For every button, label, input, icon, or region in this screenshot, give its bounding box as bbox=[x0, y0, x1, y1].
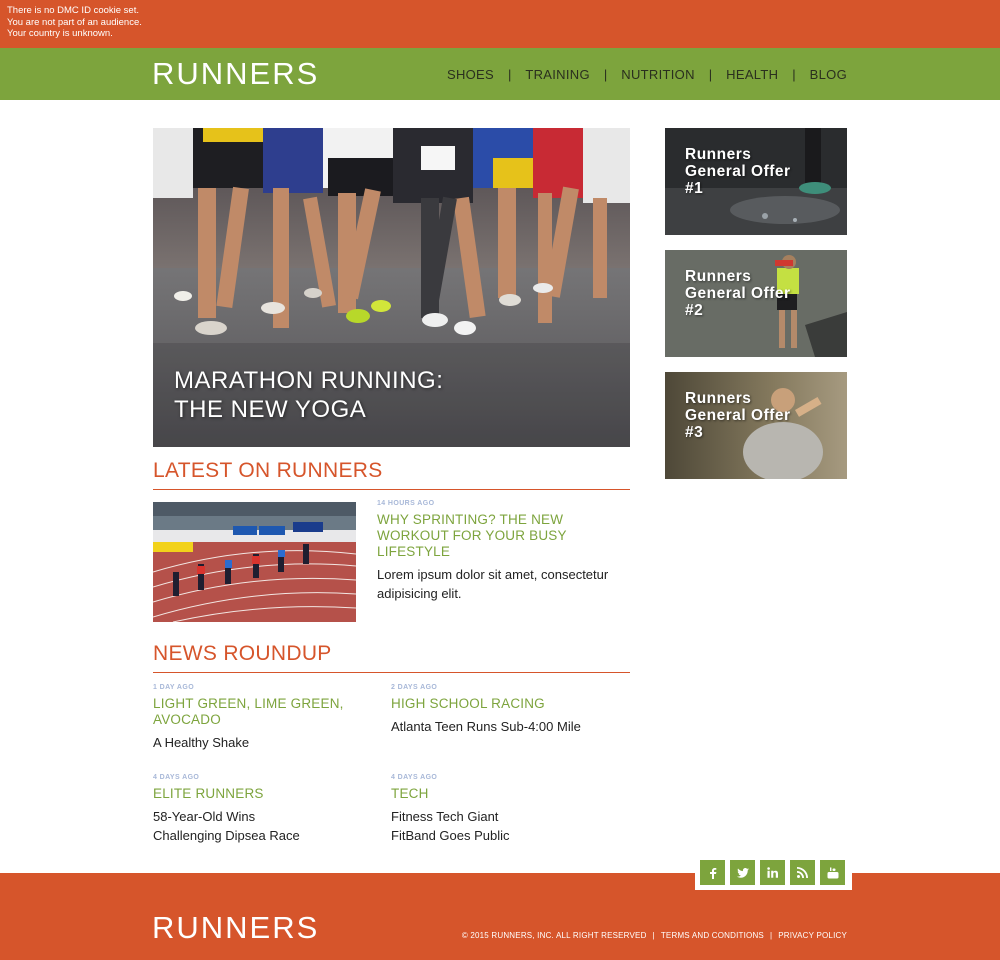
cookie-notice-bar: There is no DMC ID cookie set. You are n… bbox=[0, 0, 1000, 48]
news-description: A Healthy Shake bbox=[153, 735, 250, 750]
news-item: 2 DAYS AGO HIGH SCHOOL RACING Atlanta Te… bbox=[391, 684, 621, 736]
offer-label-line: #3 bbox=[685, 424, 704, 441]
offer-label-line: Runners bbox=[685, 146, 752, 163]
news-timestamp: 4 DAYS AGO bbox=[391, 774, 438, 781]
nav-item-training[interactable]: TRAINING bbox=[525, 67, 590, 82]
nav-item-blog[interactable]: BLOG bbox=[810, 67, 847, 82]
news-section-title: NEWS ROUNDUP bbox=[153, 642, 630, 673]
offer-card-3[interactable]: Runners General Offer #3 bbox=[665, 372, 847, 479]
footer-separator: | bbox=[652, 931, 655, 940]
nav-item-health[interactable]: HEALTH bbox=[726, 67, 778, 82]
site-header: RUNNERS SHOES | TRAINING | NUTRITION | H… bbox=[0, 48, 1000, 100]
nav-separator: | bbox=[603, 67, 608, 82]
copyright-text: © 2015 RUNNERS, INC. ALL RIGHT RESERVED bbox=[461, 931, 647, 940]
nav-item-nutrition[interactable]: NUTRITION bbox=[621, 67, 694, 82]
cookie-notice-line: Your country is unknown. bbox=[7, 28, 113, 39]
news-timestamp: 4 DAYS AGO bbox=[153, 774, 200, 781]
nav-separator: | bbox=[708, 67, 713, 82]
news-item: 1 DAY AGO LIGHT GREEN, LIME GREEN, AVOCA… bbox=[153, 684, 353, 752]
hero-title[interactable]: MARATHON RUNNING: THE NEW YOGA bbox=[174, 366, 443, 424]
linkedin-icon[interactable] bbox=[760, 860, 785, 885]
offer-label-line: #1 bbox=[685, 180, 704, 197]
offer-label-line: Runners bbox=[685, 390, 752, 407]
offer-label-line: General Offer bbox=[685, 163, 791, 180]
article-description: Lorem ipsum dolor sit amet, consectetur … bbox=[377, 567, 609, 601]
hero-title-line: MARATHON RUNNING: bbox=[174, 367, 444, 394]
hero-feature[interactable]: MARATHON RUNNING: THE NEW YOGA bbox=[153, 128, 630, 447]
article-headline[interactable]: WHY SPRINTING? THE NEW WORKOUT FOR YOUR … bbox=[377, 512, 627, 560]
news-item: 4 DAYS AGO TECH Fitness Tech Giant FitBa… bbox=[391, 774, 541, 845]
news-headline[interactable]: TECH bbox=[391, 786, 541, 802]
main-nav: SHOES | TRAINING | NUTRITION | HEALTH | … bbox=[447, 67, 847, 82]
offer-label-line: General Offer bbox=[685, 407, 791, 424]
cookie-notice-line: There is no DMC ID cookie set. bbox=[7, 5, 139, 16]
nav-separator: | bbox=[507, 67, 512, 82]
hero-title-line: THE NEW YOGA bbox=[174, 396, 367, 423]
offer-label-line: #2 bbox=[685, 302, 704, 319]
footer-links: © 2015 RUNNERS, INC. ALL RIGHT RESERVED … bbox=[462, 931, 847, 940]
rss-icon[interactable] bbox=[790, 860, 815, 885]
sprint-track-image bbox=[153, 502, 356, 622]
facebook-icon[interactable] bbox=[700, 860, 725, 885]
site-logo[interactable]: RUNNERS bbox=[152, 57, 319, 91]
terms-link[interactable]: TERMS AND CONDITIONS bbox=[661, 931, 764, 940]
news-timestamp: 2 DAYS AGO bbox=[391, 684, 438, 691]
article-timestamp: 14 HOURS AGO bbox=[377, 500, 435, 507]
news-timestamp: 1 DAY AGO bbox=[153, 684, 195, 691]
offer-card-1[interactable]: Runners General Offer #1 bbox=[665, 128, 847, 235]
news-headline[interactable]: HIGH SCHOOL RACING bbox=[391, 696, 621, 712]
offer-card-2[interactable]: Runners General Offer #2 bbox=[665, 250, 847, 357]
footer-separator: | bbox=[769, 931, 773, 940]
news-headline[interactable]: ELITE RUNNERS bbox=[153, 786, 323, 802]
news-headline[interactable]: LIGHT GREEN, LIME GREEN, AVOCADO bbox=[153, 696, 353, 728]
social-links bbox=[700, 860, 845, 885]
cookie-notice-line: You are not part of an audience. bbox=[7, 16, 142, 28]
latest-article-image[interactable] bbox=[153, 502, 356, 622]
nav-item-shoes[interactable]: SHOES bbox=[447, 67, 494, 82]
latest-article: 14 HOURS AGO WHY SPRINTING? THE NEW WORK… bbox=[377, 500, 627, 603]
footer-logo[interactable]: RUNNERS bbox=[152, 911, 319, 945]
nav-separator: | bbox=[792, 67, 796, 82]
offer-label: Runners General Offer #3 bbox=[685, 390, 791, 441]
offer-label-line: General Offer bbox=[685, 285, 791, 302]
news-item: 4 DAYS AGO ELITE RUNNERS 58-Year-Old Win… bbox=[153, 774, 323, 845]
news-description: 58-Year-Old Wins Challenging Dipsea Race bbox=[153, 809, 300, 843]
youtube-icon[interactable] bbox=[820, 860, 845, 885]
news-description: Atlanta Teen Runs Sub-4:00 Mile bbox=[391, 719, 581, 734]
news-description: Fitness Tech Giant FitBand Goes Public bbox=[391, 809, 510, 843]
privacy-link[interactable]: PRIVACY POLICY bbox=[778, 931, 847, 940]
offer-label: Runners General Offer #2 bbox=[685, 268, 791, 319]
offer-label: Runners General Offer #1 bbox=[685, 146, 791, 197]
offer-label-line: Runners bbox=[685, 268, 752, 285]
latest-section-title: LATEST ON RUNNERS bbox=[153, 459, 630, 490]
twitter-icon[interactable] bbox=[730, 860, 755, 885]
